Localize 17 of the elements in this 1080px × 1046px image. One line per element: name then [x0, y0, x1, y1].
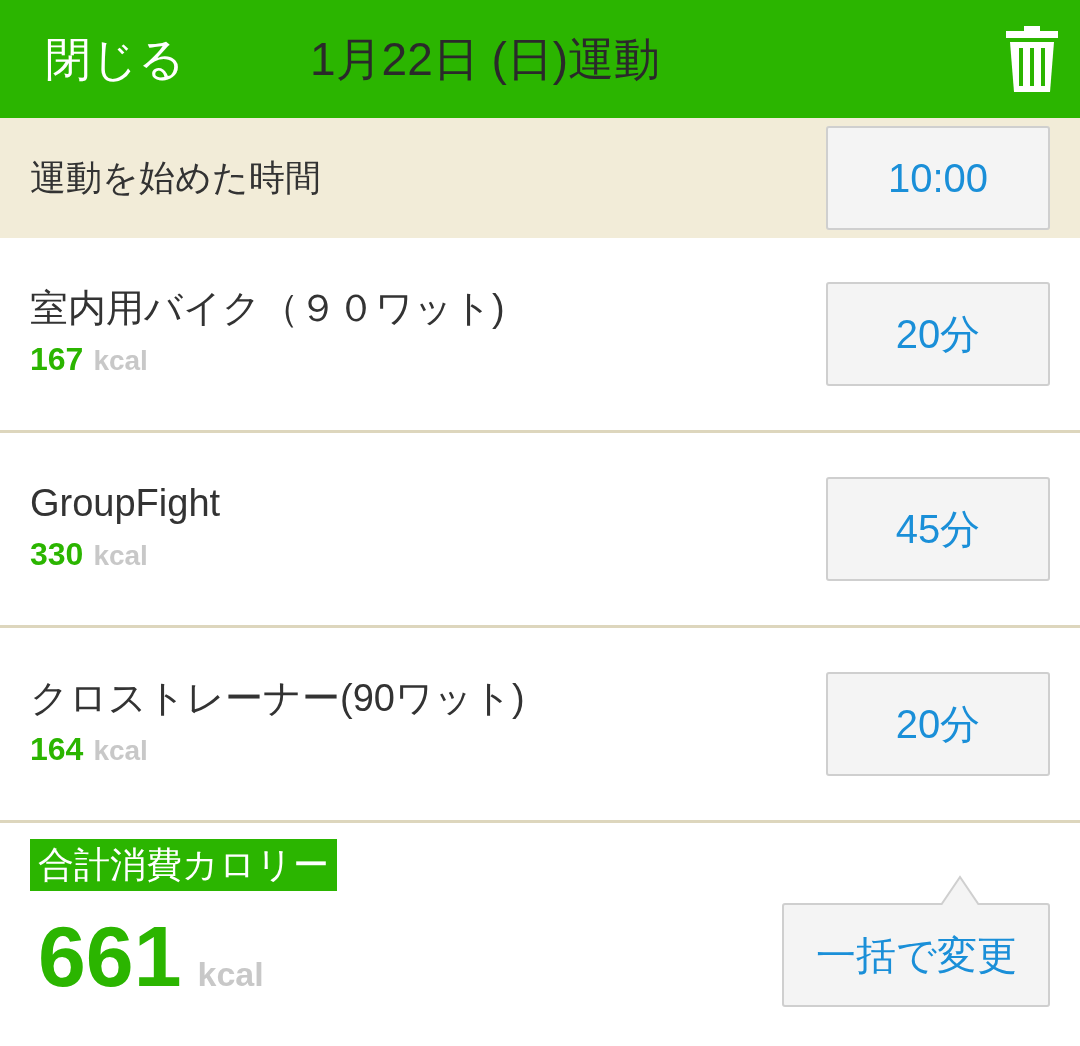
total-calories: 661: [38, 913, 182, 999]
tooltip-pointer: [940, 875, 980, 905]
time-button[interactable]: 10:00: [826, 126, 1050, 230]
total-label: 合計消費カロリー: [30, 839, 337, 891]
exercise-name: 室内用バイク（９０ワット): [30, 286, 505, 332]
exercise-name: GroupFight: [30, 481, 221, 527]
start-time-label: 運動を始めた時間: [30, 156, 321, 200]
calorie-value: 167: [30, 339, 84, 379]
close-button[interactable]: 閉じる: [45, 36, 185, 82]
delete-icon[interactable]: [1004, 24, 1060, 94]
duration-button[interactable]: 20分: [826, 282, 1050, 386]
calorie-value: 164: [30, 729, 84, 769]
calorie-value: 330: [30, 534, 84, 574]
bulk-change-button[interactable]: 一括で変更: [782, 903, 1050, 1007]
duration-button[interactable]: 45分: [826, 477, 1050, 581]
duration-button[interactable]: 20分: [826, 672, 1050, 776]
exercise-name: クロストレーナー(90ワット): [30, 676, 525, 722]
